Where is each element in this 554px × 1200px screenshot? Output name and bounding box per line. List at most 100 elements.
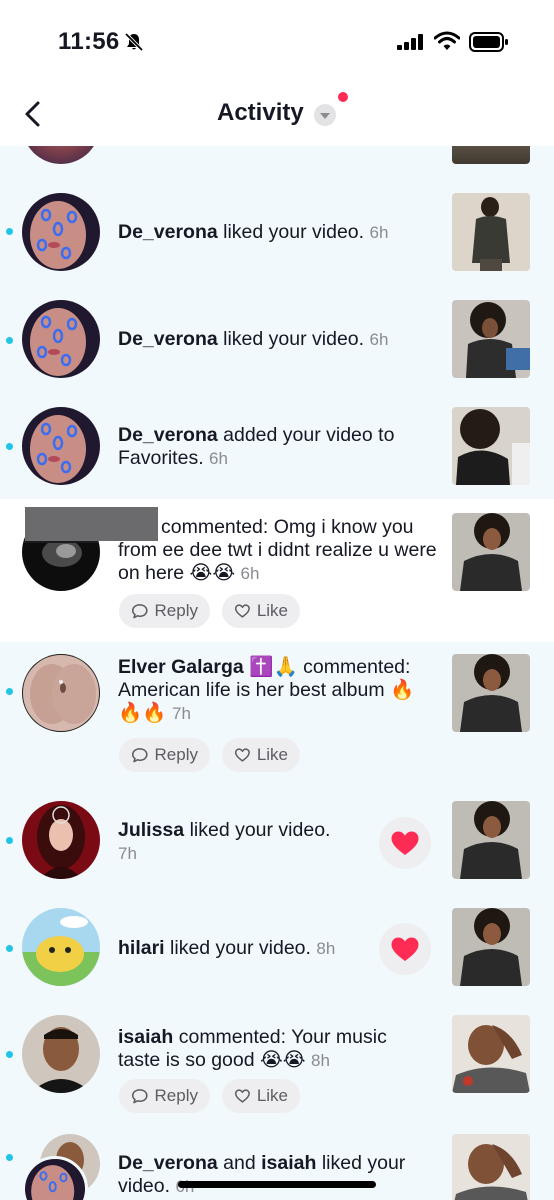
reply-button[interactable]: Reply [119, 1079, 210, 1113]
list-item[interactable]: commented: Omg i know you from ee dee tw… [0, 499, 554, 642]
reply-label: Reply [154, 745, 198, 764]
page-title[interactable]: Activity [217, 99, 304, 127]
activity-message: liked your video. [223, 328, 365, 350]
unread-dot [6, 1154, 13, 1161]
avatar[interactable] [22, 654, 100, 732]
reply-icon [131, 1089, 148, 1104]
list-item[interactable]: isaiah commented: Your music taste is so… [0, 1006, 554, 1122]
video-thumbnail[interactable] [452, 146, 530, 164]
liked-heart-icon [391, 831, 419, 855]
username[interactable]: De_verona [118, 1152, 218, 1174]
video-thumbnail[interactable] [452, 300, 530, 378]
timestamp: 7h [118, 844, 137, 863]
avatar[interactable] [22, 407, 100, 485]
unread-dot [6, 1051, 13, 1058]
username[interactable]: isaiah [118, 1026, 173, 1048]
username[interactable]: De_verona [118, 328, 218, 350]
username[interactable]: isaiah [261, 1152, 316, 1174]
list-item[interactable]: hilari liked your video. 8h [0, 899, 554, 1006]
activity-text: De_verona added your video to Favorites.… [118, 424, 438, 470]
like-button[interactable]: Like [222, 594, 300, 628]
list-item[interactable]: De_verona liked your video. 6h [0, 180, 554, 290]
liked-heart-button[interactable] [379, 923, 431, 975]
like-button[interactable]: Like [222, 738, 300, 772]
list-item[interactable]: Julissa liked your video. 7h [0, 789, 554, 899]
list-item-partial[interactable] [0, 146, 554, 180]
like-heart-icon [234, 748, 250, 762]
video-thumbnail[interactable] [452, 513, 530, 591]
activity-text: De_verona and isaiah liked your video. 6… [118, 1152, 438, 1198]
timestamp: 6h [369, 330, 389, 349]
activity-message: liked your video. [223, 221, 365, 243]
like-heart-icon [234, 1089, 250, 1103]
status-bar: 11:56 [0, 0, 554, 80]
unread-dot [6, 443, 13, 450]
avatar[interactable] [22, 1015, 100, 1093]
dropdown-caret-icon[interactable] [314, 104, 336, 126]
username[interactable]: De_verona [118, 424, 218, 446]
list-item[interactable]: De_verona liked your video. 6h [0, 290, 554, 397]
timestamp: 6h [209, 449, 228, 468]
like-button[interactable]: Like [222, 1079, 300, 1113]
timestamp: 7h [171, 704, 191, 723]
reply-button[interactable]: Reply [119, 738, 210, 772]
liked-heart-button[interactable] [379, 817, 431, 869]
back-chevron-icon[interactable] [22, 100, 46, 128]
activity-message: commented: Omg i know you from ee dee tw… [118, 516, 437, 584]
video-thumbnail[interactable] [452, 801, 530, 879]
like-heart-icon [234, 604, 250, 618]
list-item[interactable]: De_verona and isaiah liked your video. 6… [0, 1122, 554, 1200]
video-thumbnail[interactable] [452, 1015, 530, 1093]
bell-slash-icon [124, 32, 144, 52]
activity-text: isaiah commented: Your music taste is so… [118, 1026, 418, 1072]
username[interactable]: De_verona [118, 221, 218, 243]
activity-text: commented: Omg i know you from ee dee tw… [118, 516, 438, 585]
unread-dot [6, 228, 13, 235]
signal-icon [397, 34, 423, 50]
username[interactable]: Julissa [118, 819, 184, 841]
conjunction: and [223, 1152, 256, 1174]
video-thumbnail[interactable] [452, 908, 530, 986]
timestamp: 8h [316, 939, 336, 958]
video-thumbnail[interactable] [452, 407, 530, 485]
activity-message: liked your video. [170, 937, 311, 959]
unread-dot [6, 945, 13, 952]
wifi-icon [434, 31, 460, 50]
battery-icon [469, 32, 508, 52]
avatar[interactable] [22, 193, 100, 271]
reply-icon [131, 748, 148, 763]
reply-icon [131, 604, 148, 619]
video-thumbnail[interactable] [452, 193, 530, 271]
unread-dot [6, 337, 13, 344]
activity-text: De_verona liked your video. 6h [118, 221, 438, 244]
like-label: Like [256, 745, 288, 764]
timestamp: 8h [311, 1051, 330, 1070]
video-thumbnail[interactable] [452, 654, 530, 732]
avatar[interactable] [22, 300, 100, 378]
username[interactable]: hilari [118, 937, 165, 959]
list-item[interactable]: Elver Galarga ✝️🙏 commented: American li… [0, 642, 554, 789]
avatar[interactable] [22, 146, 100, 164]
activity-message: liked your video. [189, 819, 331, 841]
reply-label: Reply [154, 1086, 198, 1105]
activity-header: Activity [0, 80, 554, 146]
like-label: Like [256, 1086, 288, 1105]
unread-dot [6, 688, 13, 695]
home-indicator[interactable] [178, 1181, 376, 1188]
activity-text: Elver Galarga ✝️🙏 commented: American li… [118, 656, 438, 725]
unread-dot [6, 837, 13, 844]
username[interactable]: Elver Galarga ✝️🙏 [118, 656, 298, 678]
list-item[interactable]: De_verona added your video to Favorites.… [0, 397, 554, 499]
timestamp: 6h [369, 223, 389, 242]
liked-heart-icon [391, 937, 419, 961]
activity-text: hilari liked your video. 8h [118, 937, 368, 960]
avatar[interactable] [22, 801, 100, 879]
status-time: 11:56 [58, 28, 120, 55]
activity-feed[interactable]: De_verona liked your video. 6h De_verona… [0, 146, 554, 1200]
avatar[interactable] [22, 908, 100, 986]
video-thumbnail[interactable] [452, 1134, 530, 1200]
notification-dot [338, 92, 348, 102]
timestamp: 6h [240, 564, 260, 583]
reply-button[interactable]: Reply [119, 594, 210, 628]
activity-text: Julissa liked your video. 7h [118, 819, 368, 865]
